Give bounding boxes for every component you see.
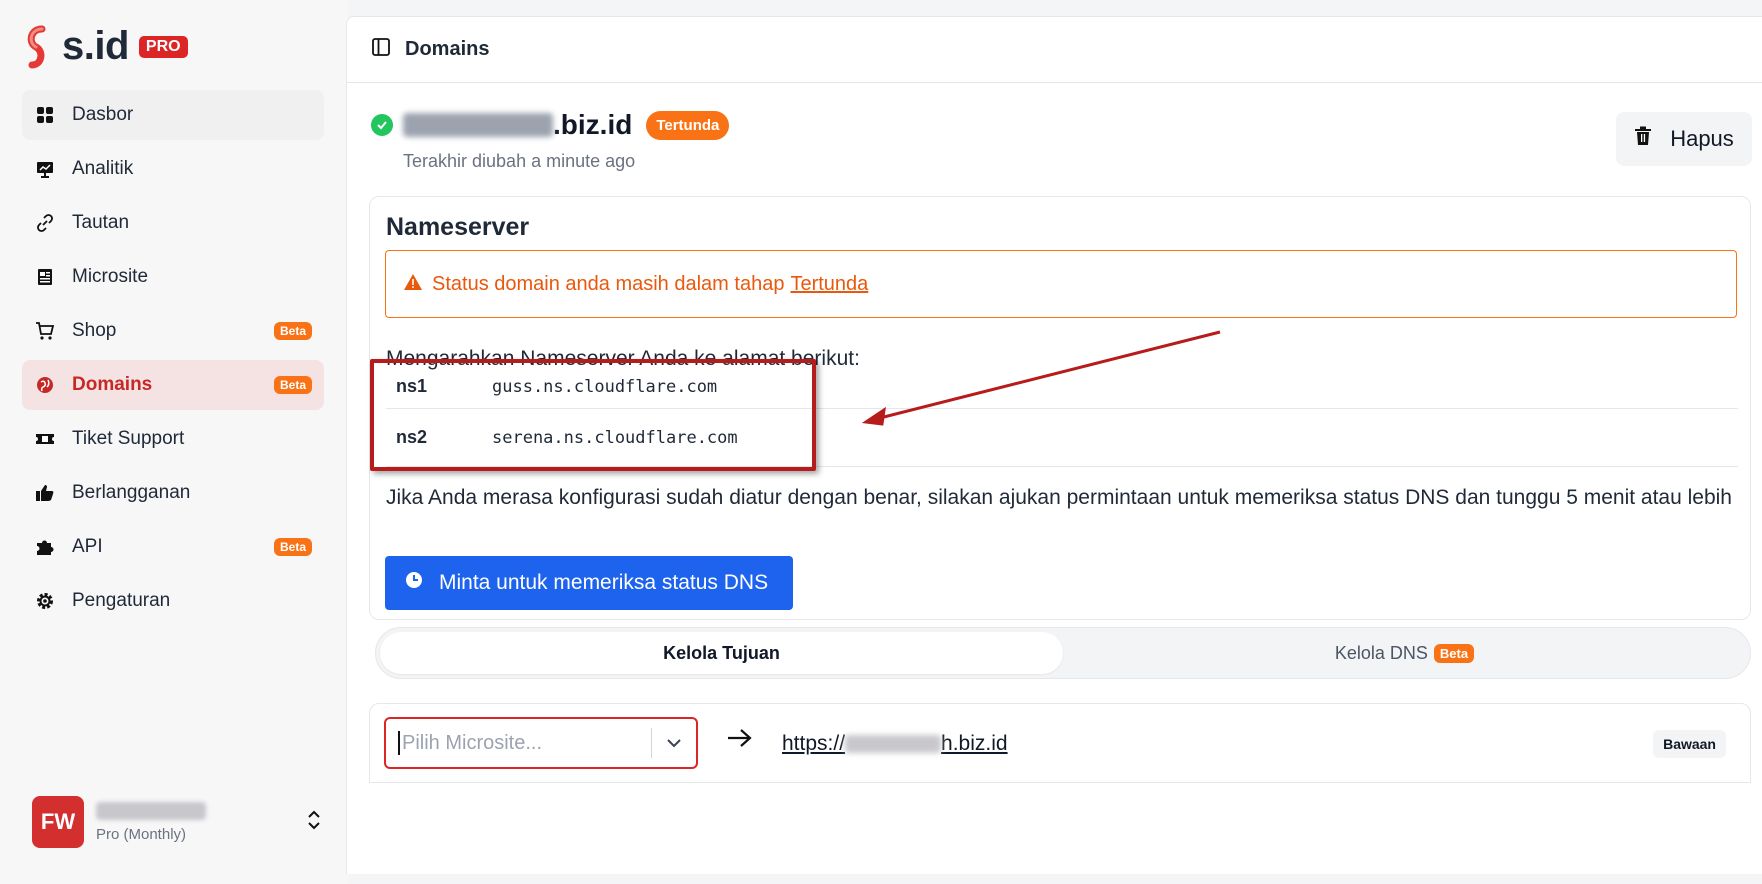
destination-url[interactable]: https:// h.biz.id (782, 732, 1008, 756)
user-menu[interactable]: FW Pro (Monthly) (32, 796, 322, 848)
sidebar-item-label: Domains (72, 374, 153, 395)
info-text: Jika Anda merasa konfigurasi sudah diatu… (386, 486, 1732, 509)
pending-alert: Status domain anda masih dalam tahap Ter… (385, 250, 1737, 318)
ticket-icon (34, 428, 56, 450)
sidebar-item-shop[interactable]: Shop Beta (22, 306, 324, 356)
sidebar-item-label: Tautan (72, 212, 130, 233)
url-prefix: https:// (782, 732, 846, 755)
chevron-up-down-icon[interactable] (306, 809, 322, 836)
gear-icon (34, 590, 56, 612)
user-name-redacted (96, 801, 206, 820)
sidebar-nav: Dasbor Analitik Tautan Microsite Shop Be… (22, 90, 324, 630)
user-plan: Pro (Monthly) (96, 825, 187, 843)
sidebar-item-domains[interactable]: Domains Beta (22, 360, 324, 410)
domain-name: .biz.id (553, 109, 633, 140)
chevron-down-icon[interactable] (652, 738, 696, 748)
tab-kelola-dns[interactable]: Kelola DNS Beta (1063, 632, 1746, 674)
trash-icon (1634, 126, 1652, 152)
dashboard-icon (34, 104, 56, 126)
url-suffix: h.biz.id (941, 732, 1008, 755)
sidebar-item-label: Pengaturan (72, 590, 171, 611)
clock-icon (405, 571, 423, 595)
sidebar-item-label: API (72, 536, 103, 557)
text-caret (398, 731, 400, 755)
tab-kelola-tujuan[interactable]: Kelola Tujuan (380, 632, 1063, 674)
logo[interactable]: s.id PRO (22, 24, 188, 69)
default-badge: Bawaan (1653, 730, 1726, 758)
page-title: Domains (405, 38, 490, 60)
highlight-box (370, 359, 816, 471)
sidebar-item-microsite[interactable]: Microsite (22, 252, 324, 302)
topbar: Domains (347, 17, 1762, 83)
sidebar-item-berlangganan[interactable]: Berlangganan (22, 468, 324, 518)
arrow-right-icon (726, 726, 754, 755)
delete-label: Hapus (1670, 126, 1734, 151)
sid-logo-icon (27, 25, 46, 68)
warning-icon (404, 273, 422, 296)
domain-name-redacted (403, 113, 553, 137)
sidebar: s.id PRO Dasbor Analitik Tautan Microsit… (0, 0, 348, 884)
status-badge: Tertunda (646, 110, 730, 140)
sidebar-item-api[interactable]: API Beta (22, 522, 324, 572)
delete-button[interactable]: Hapus (1616, 112, 1752, 166)
thumbs-up-icon (34, 482, 56, 504)
select-placeholder: Pilih Microsite... (402, 731, 543, 754)
destination-card: Pilih Microsite... https:// h.biz.id Bawa… (369, 703, 1751, 783)
microsite-select-input[interactable]: Pilih Microsite... (386, 728, 652, 758)
beta-badge: Beta (1433, 643, 1475, 663)
analytics-icon (34, 158, 56, 180)
tab-label: Kelola Tujuan (663, 642, 780, 663)
sidebar-item-label: Tiket Support (72, 428, 185, 449)
check-dns-label: Minta untuk memeriksa status DNS (439, 571, 769, 594)
cart-icon (34, 320, 56, 342)
tab-label: Kelola DNS (1334, 642, 1428, 663)
avatar: FW (32, 796, 84, 848)
check-circle-icon (371, 114, 393, 136)
user-info: Pro (Monthly) (96, 801, 306, 843)
sidebar-item-label: Microsite (72, 266, 149, 287)
puzzle-icon (34, 536, 56, 558)
brand-name: s.id (62, 24, 129, 68)
sidebar-item-label: Analitik (72, 158, 134, 179)
tab-bar: Kelola Tujuan Kelola DNS Beta (375, 627, 1751, 679)
check-dns-button[interactable]: Minta untuk memeriksa status DNS (385, 556, 793, 610)
beta-badge: Beta (273, 322, 312, 340)
url-redacted (845, 735, 942, 754)
pro-badge: PRO (138, 35, 188, 58)
sidebar-item-pengaturan[interactable]: Pengaturan (22, 576, 324, 626)
nameserver-title: Nameserver (386, 213, 530, 241)
alert-link[interactable]: Tertunda (790, 273, 868, 296)
sidebar-item-label: Shop (72, 320, 117, 341)
sidebar-item-tautan[interactable]: Tautan (22, 198, 324, 248)
microsite-icon (34, 266, 56, 288)
sidebar-toggle-icon[interactable] (371, 37, 391, 62)
microsite-select[interactable]: Pilih Microsite... (384, 717, 698, 769)
sidebar-item-label: Dasbor (72, 104, 134, 125)
alert-text: Status domain anda masih dalam tahap (432, 272, 785, 295)
globe-icon (34, 374, 56, 396)
sidebar-item-tiket-support[interactable]: Tiket Support (22, 414, 324, 464)
link-icon (34, 212, 56, 234)
domain-header: .biz.id Tertunda Terakhir diubah a minut… (371, 109, 730, 172)
beta-badge: Beta (273, 376, 312, 394)
sidebar-item-label: Berlangganan (72, 482, 191, 503)
last-updated: Terakhir diubah a minute ago (403, 151, 636, 171)
nameserver-card: Nameserver Status domain anda masih dala… (369, 196, 1751, 620)
beta-badge: Beta (273, 538, 312, 556)
sidebar-item-analitik[interactable]: Analitik (22, 144, 324, 194)
sidebar-item-dasbor[interactable]: Dasbor (22, 90, 324, 140)
main-panel: Domains .biz.id Tertunda Terakhir diubah… (346, 16, 1762, 874)
